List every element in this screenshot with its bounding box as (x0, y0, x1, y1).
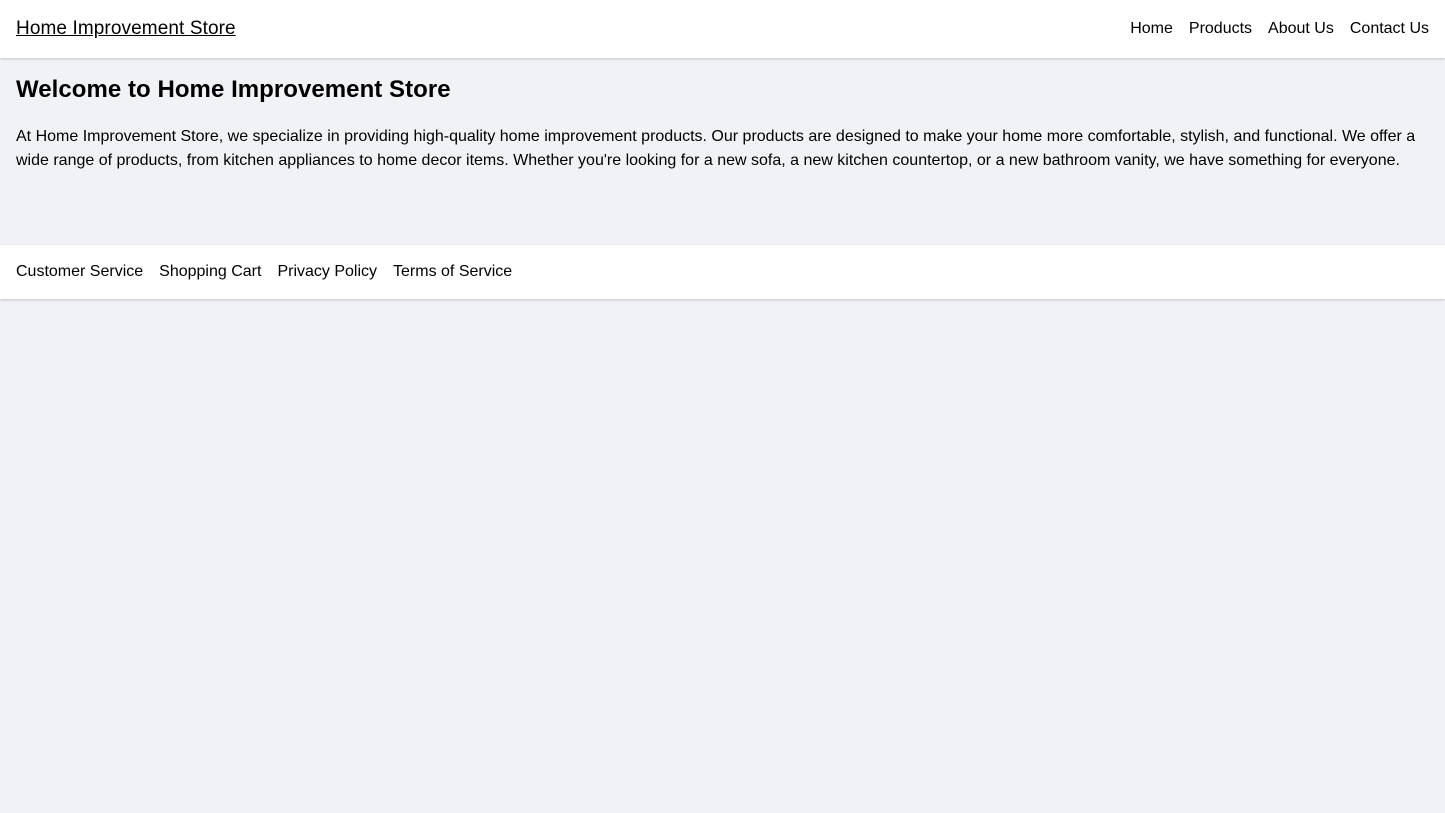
primary-navigation: Home Products About Us Contact Us (1130, 18, 1429, 40)
page-title: Welcome to Home Improvement Store (16, 75, 451, 103)
main-content: Welcome to Home Improvement Store At Hom… (0, 57, 1445, 245)
page-shell: Home Improvement Store Home Products Abo… (0, 0, 1445, 813)
footer-link-privacy-policy[interactable]: Privacy Policy (277, 261, 377, 283)
footer-link-shopping-cart[interactable]: Shopping Cart (159, 261, 261, 283)
footer-navigation: Customer Service Shopping Cart Privacy P… (16, 261, 1429, 283)
site-header: Home Improvement Store Home Products Abo… (0, 0, 1445, 58)
intro-paragraph: At Home Improvement Store, we specialize… (16, 127, 1416, 169)
below-fold-background (0, 299, 1445, 813)
footer-link-customer-service[interactable]: Customer Service (16, 261, 143, 283)
nav-item-about-us[interactable]: About Us (1268, 18, 1334, 40)
nav-item-home[interactable]: Home (1130, 18, 1173, 40)
footer-link-terms-of-service[interactable]: Terms of Service (393, 261, 512, 283)
nav-item-products[interactable]: Products (1189, 18, 1252, 40)
nav-item-contact-us[interactable]: Contact Us (1350, 18, 1429, 40)
brand-logo[interactable]: Home Improvement Store (16, 16, 236, 42)
site-footer: Customer Service Shopping Cart Privacy P… (0, 244, 1445, 300)
